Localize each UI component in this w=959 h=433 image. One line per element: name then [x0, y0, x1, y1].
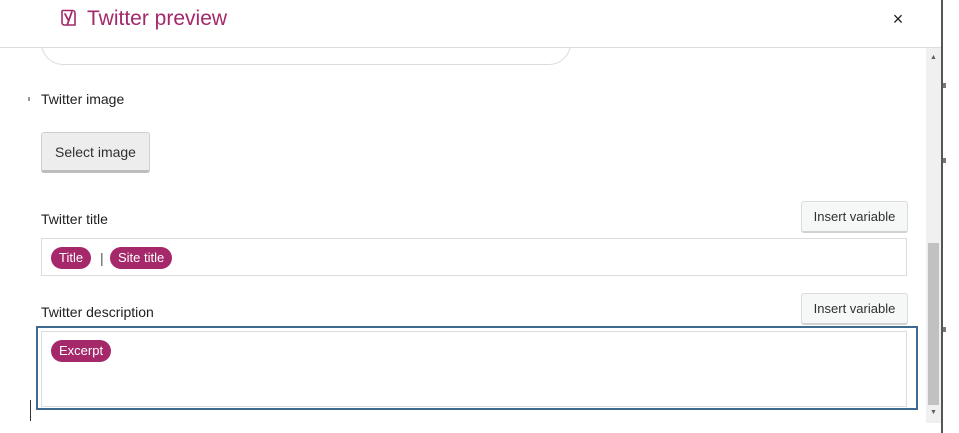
edge-marker: [28, 97, 30, 101]
scroll-up-arrow-icon[interactable]: ▲: [926, 50, 941, 65]
modal-header: Twitter preview ×: [0, 0, 941, 48]
title-insert-variable-button[interactable]: Insert variable: [801, 201, 908, 233]
background-tick: [943, 327, 946, 332]
background-strip: [943, 0, 959, 433]
twitter-title-editor[interactable]: Title | Site title: [41, 238, 907, 276]
scroll-thumb[interactable]: [928, 243, 939, 405]
page: Twitter image Select image Twitter title…: [0, 0, 959, 433]
modal-scrollbar[interactable]: ▲ ▼: [926, 47, 941, 423]
twitter-description-label: Twitter description: [41, 304, 154, 320]
description-insert-variable-button[interactable]: Insert variable: [801, 293, 908, 325]
title-separator: |: [100, 250, 104, 266]
background-tick: [943, 83, 946, 88]
twitter-preview-modal: Twitter image Select image Twitter title…: [0, 0, 941, 433]
text-cursor: [30, 400, 31, 421]
scroll-down-arrow-icon[interactable]: ▼: [926, 405, 941, 420]
site-title-variable-tag[interactable]: Site title: [110, 247, 173, 269]
background-tick: [943, 158, 946, 163]
title-variable-tag[interactable]: Title: [51, 247, 92, 269]
modal-title: Twitter preview: [87, 7, 228, 30]
twitter-description-editor[interactable]: Excerpt: [41, 331, 907, 407]
select-image-button[interactable]: Select image: [41, 132, 150, 173]
excerpt-variable-tag[interactable]: Excerpt: [51, 340, 112, 362]
yoast-logo-icon: [61, 9, 76, 26]
twitter-title-label: Twitter title: [41, 211, 108, 227]
close-button[interactable]: ×: [885, 6, 911, 32]
twitter-image-label: Twitter image: [41, 91, 125, 107]
